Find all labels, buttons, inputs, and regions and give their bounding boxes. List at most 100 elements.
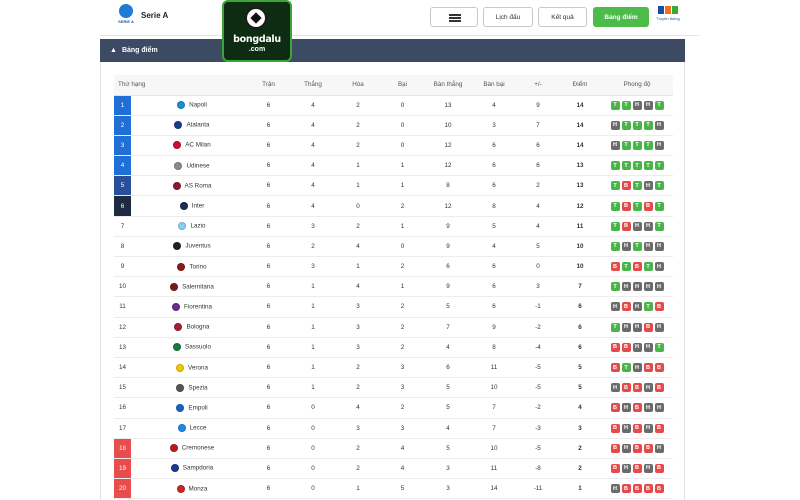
form-badge[interactable]: B [632, 383, 642, 393]
col-lost[interactable]: Bại [380, 75, 426, 96]
form-badge[interactable]: B [621, 221, 631, 231]
form-badge[interactable]: T [621, 100, 631, 110]
form-badge[interactable]: H [643, 100, 653, 110]
team-cell[interactable]: Empoli [131, 397, 248, 419]
form-badge[interactable]: B [610, 363, 620, 373]
form-badge[interactable]: B [632, 423, 642, 433]
form-badge[interactable]: T [643, 302, 653, 312]
team-name[interactable]: Napoli [189, 102, 207, 109]
form-badge[interactable]: T [643, 161, 653, 171]
form-badge[interactable]: T [632, 241, 642, 251]
form-badge[interactable]: T [643, 140, 653, 150]
form-badge[interactable]: H [654, 140, 664, 150]
form-badge[interactable]: H [632, 342, 642, 352]
team-cell[interactable]: Sassuolo [131, 337, 248, 358]
form-badge[interactable]: T [610, 322, 620, 332]
form-badge[interactable]: B [654, 463, 664, 473]
table-row[interactable]: 3 AC Milan 6 4 2 0 12 6 6 14 H T T T H [114, 135, 674, 157]
table-row[interactable]: 10 Salernitana 6 1 4 1 9 6 3 7 T H H H H [114, 276, 674, 298]
team-cell[interactable]: Sampdoria [131, 458, 248, 480]
menu-button[interactable] [430, 7, 478, 27]
form-badge[interactable]: T [632, 181, 642, 191]
form-badge[interactable]: B [632, 443, 642, 453]
team-name[interactable]: Empoli [188, 405, 207, 412]
results-button[interactable]: Kết quả [538, 7, 587, 27]
form-badge[interactable]: H [643, 342, 653, 352]
form-badge[interactable]: B [632, 484, 642, 494]
form-badge[interactable]: B [643, 484, 653, 494]
table-row[interactable]: 9 Torino 6 3 1 2 6 6 0 10 B T B T H [114, 256, 674, 278]
form-badge[interactable]: H [654, 241, 664, 251]
form-badge[interactable]: H [632, 363, 642, 373]
form-badge[interactable]: T [643, 120, 653, 130]
form-badge[interactable]: H [643, 221, 653, 231]
table-row[interactable]: 2 Atalanta 6 4 2 0 10 3 7 14 H T T T H [114, 115, 674, 136]
form-badge[interactable]: H [654, 282, 664, 292]
form-badge[interactable]: H [610, 120, 620, 130]
form-badge[interactable]: H [654, 403, 664, 413]
form-badge[interactable]: B [610, 403, 620, 413]
team-cell[interactable]: Napoli [131, 95, 248, 116]
team-name[interactable]: Fiorentina [184, 304, 212, 311]
table-row[interactable]: 15 Spezia 6 1 2 3 5 10 -5 5 H B B H B [114, 377, 674, 399]
col-played[interactable]: Trận [247, 75, 291, 96]
form-badge[interactable]: T [643, 262, 653, 272]
form-badge[interactable]: T [610, 161, 620, 171]
team-name[interactable]: Lecce [190, 425, 207, 432]
form-badge[interactable]: T [610, 100, 620, 110]
form-badge[interactable]: B [621, 383, 631, 393]
team-name[interactable]: Udinese [186, 162, 209, 169]
form-badge[interactable]: B [654, 484, 664, 494]
form-badge[interactable]: H [654, 120, 664, 130]
form-badge[interactable]: H [621, 463, 631, 473]
form-badge[interactable]: T [632, 120, 642, 130]
form-badge[interactable]: H [632, 282, 642, 292]
form-badge[interactable]: H [621, 322, 631, 332]
form-badge[interactable]: T [654, 221, 664, 231]
col-drawn[interactable]: Hòa [336, 75, 381, 96]
team-cell[interactable]: Torino [131, 256, 248, 278]
table-row[interactable]: 6 Inter 6 4 0 2 12 8 4 12 T B T B T [114, 195, 674, 217]
team-name[interactable]: Bologna [186, 324, 209, 331]
table-row[interactable]: 12 Bologna 6 1 3 2 7 9 -2 6 T H H B H [114, 317, 674, 338]
col-won[interactable]: Thắng [290, 75, 337, 96]
site-logo[interactable]: bongdalu .com [222, 0, 292, 62]
form-badge[interactable]: B [643, 201, 653, 211]
table-row[interactable]: 14 Verona 6 1 2 3 6 11 -5 5 B T H B B [114, 357, 674, 379]
standings-button[interactable]: Bảng điểm [593, 7, 649, 27]
form-badge[interactable]: B [621, 342, 631, 352]
team-name[interactable]: Verona [188, 364, 208, 371]
table-row[interactable]: 4 Udinese 6 4 1 1 12 6 6 13 T T T T T [114, 155, 674, 177]
form-badge[interactable]: B [632, 262, 642, 272]
col-diff[interactable]: +/- [517, 75, 560, 96]
team-name[interactable]: Cremonese [182, 445, 215, 452]
form-badge[interactable]: T [654, 201, 664, 211]
col-points[interactable]: Điểm [559, 75, 602, 96]
form-badge[interactable]: T [621, 363, 631, 373]
team-cell[interactable]: Udinese [131, 155, 248, 177]
form-badge[interactable]: T [654, 100, 664, 110]
form-badge[interactable]: T [621, 262, 631, 272]
form-badge[interactable]: T [610, 282, 620, 292]
team-name[interactable]: Inter [192, 203, 205, 210]
team-name[interactable]: Spezia [188, 384, 207, 391]
team-cell[interactable]: Atalanta [131, 115, 248, 136]
form-badge[interactable]: T [610, 241, 620, 251]
form-badge[interactable]: H [610, 302, 620, 312]
form-badge[interactable]: H [632, 322, 642, 332]
form-badge[interactable]: B [654, 302, 664, 312]
team-cell[interactable]: AS Roma [131, 175, 248, 197]
team-cell[interactable]: Fiorentina [131, 296, 248, 318]
form-badge[interactable]: B [610, 443, 620, 453]
form-badge[interactable]: H [632, 221, 642, 231]
form-badge[interactable]: H [621, 403, 631, 413]
form-badge[interactable]: T [610, 201, 620, 211]
form-badge[interactable]: H [621, 282, 631, 292]
col-goals-against[interactable]: Bàn bại [471, 75, 518, 96]
form-badge[interactable]: T [610, 221, 620, 231]
form-badge[interactable]: T [654, 181, 664, 191]
team-name[interactable]: Salernitana [182, 283, 214, 290]
form-badge[interactable]: T [654, 342, 664, 352]
table-row[interactable]: 5 AS Roma 6 4 1 1 8 6 2 13 T B T H T [114, 175, 674, 197]
form-badge[interactable]: H [654, 443, 664, 453]
